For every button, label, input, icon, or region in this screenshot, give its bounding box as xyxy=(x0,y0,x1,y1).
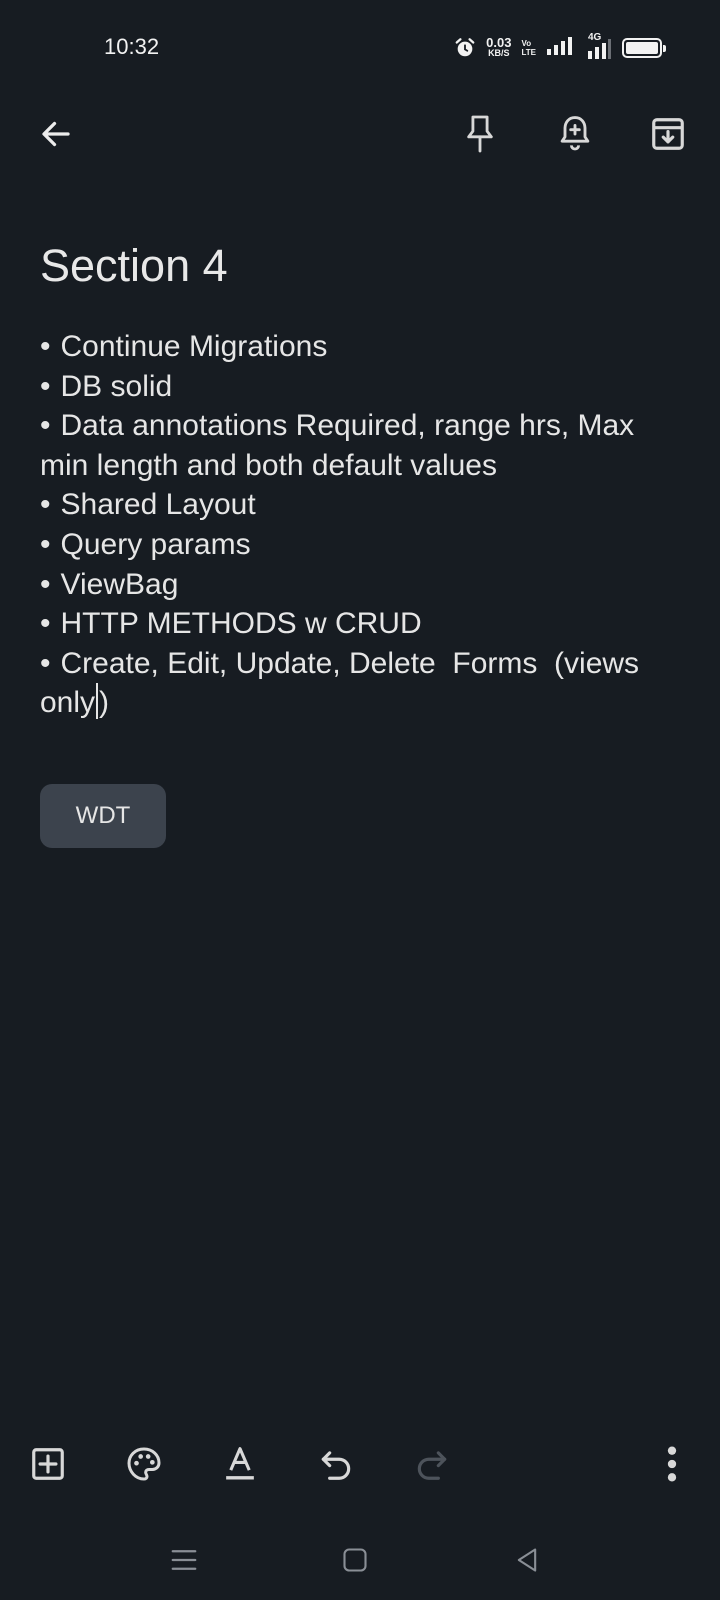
archive-icon xyxy=(652,118,684,150)
note-line: • ViewBag xyxy=(40,565,685,605)
back-triangle-icon xyxy=(517,1548,537,1572)
volte-bottom: LTE xyxy=(521,48,536,57)
text-format-button[interactable] xyxy=(212,1436,268,1492)
note-line-text: Shared Layout xyxy=(60,488,256,522)
recents-button[interactable] xyxy=(156,1532,212,1588)
signal-4g-icon: 4G xyxy=(582,32,612,60)
bullet-mark: • xyxy=(40,409,51,443)
net-speed-unit: KB/S xyxy=(488,48,510,58)
bullet-mark: • xyxy=(40,369,51,403)
add-box-icon xyxy=(32,1448,64,1480)
bullet-mark: • xyxy=(40,488,51,522)
note-line: • Create, Edit, Update, Delete Forms (vie… xyxy=(40,644,685,723)
add-content-button[interactable] xyxy=(20,1436,76,1492)
label-chip-wdt[interactable]: WDT xyxy=(40,784,166,848)
net-speed-value: 0.03 xyxy=(486,35,512,50)
bullet-mark: • xyxy=(40,527,51,561)
pin-button[interactable] xyxy=(452,106,508,162)
note-line: • Data annotations Required, range hrs, M… xyxy=(40,406,685,485)
background-color-button[interactable] xyxy=(116,1436,172,1492)
system-navigation-bar xyxy=(0,1520,720,1600)
note-line-text: ViewBag xyxy=(60,567,179,601)
redo-button[interactable] xyxy=(404,1436,460,1492)
palette-icon xyxy=(127,1447,161,1481)
volte-icon: Vo LTE xyxy=(521,39,536,57)
note-line-text: DB solid xyxy=(60,369,173,403)
redo-icon xyxy=(417,1451,447,1480)
note-body-editor[interactable]: • Continue Migrations • DB solid • Data ann… xyxy=(40,327,685,723)
system-back-button[interactable] xyxy=(499,1532,555,1588)
archive-button[interactable] xyxy=(640,106,696,162)
home-button[interactable] xyxy=(327,1532,383,1588)
bullet-mark: • xyxy=(40,646,51,680)
note-title[interactable]: Section 4 xyxy=(40,240,228,292)
note-line-text: Continue Migrations xyxy=(60,330,328,363)
note-line: • Continue Migrations xyxy=(40,327,685,367)
note-line-text: HTTP METHODS w CRUD xyxy=(60,607,422,641)
home-square-icon xyxy=(343,1548,367,1572)
bullet-mark: • xyxy=(40,607,51,641)
undo-button[interactable] xyxy=(308,1436,364,1492)
status-clock: 10:32 xyxy=(104,34,160,59)
back-arrow-icon xyxy=(42,121,70,147)
more-vert-icon xyxy=(667,1446,677,1482)
note-line: • Query params xyxy=(40,525,685,565)
note-line-text: Query params xyxy=(60,527,251,561)
bottom-toolbar xyxy=(0,1432,720,1496)
status-bar: 10:32 0.03 KB/S Vo LTE 4G xyxy=(0,0,720,96)
status-icons: 0.03 KB/S Vo LTE 4G xyxy=(454,32,666,62)
more-options-button[interactable] xyxy=(644,1436,700,1492)
reminder-bell-icon xyxy=(560,116,590,151)
note-line: • DB solid xyxy=(40,367,685,407)
text-format-icon xyxy=(226,1447,254,1480)
reminder-button[interactable] xyxy=(547,106,603,162)
recents-menu-icon xyxy=(171,1550,197,1570)
back-button[interactable] xyxy=(28,106,84,162)
note-line: • HTTP METHODS w CRUD xyxy=(40,604,685,644)
label-chip-text: WDT xyxy=(75,802,131,829)
signal-icon xyxy=(546,36,572,61)
alarm-icon xyxy=(454,37,476,59)
note-line-text: Create, Edit, Update, Delete Forms (view… xyxy=(40,646,648,720)
note-line-text: Data annotations Required, range hrs, Ma… xyxy=(40,409,635,482)
note-line-tail: ) xyxy=(99,686,110,720)
bullet-mark: • xyxy=(40,567,51,601)
pin-icon xyxy=(467,115,493,153)
volte-top: Vo xyxy=(521,39,532,48)
battery-icon xyxy=(622,38,666,58)
text-cursor xyxy=(96,683,99,720)
bullet-mark: • xyxy=(40,330,51,363)
undo-icon xyxy=(321,1451,351,1480)
note-line: • Shared Layout xyxy=(40,485,685,525)
top-app-bar xyxy=(0,100,720,172)
net-speed-indicator: 0.03 KB/S xyxy=(486,35,512,59)
